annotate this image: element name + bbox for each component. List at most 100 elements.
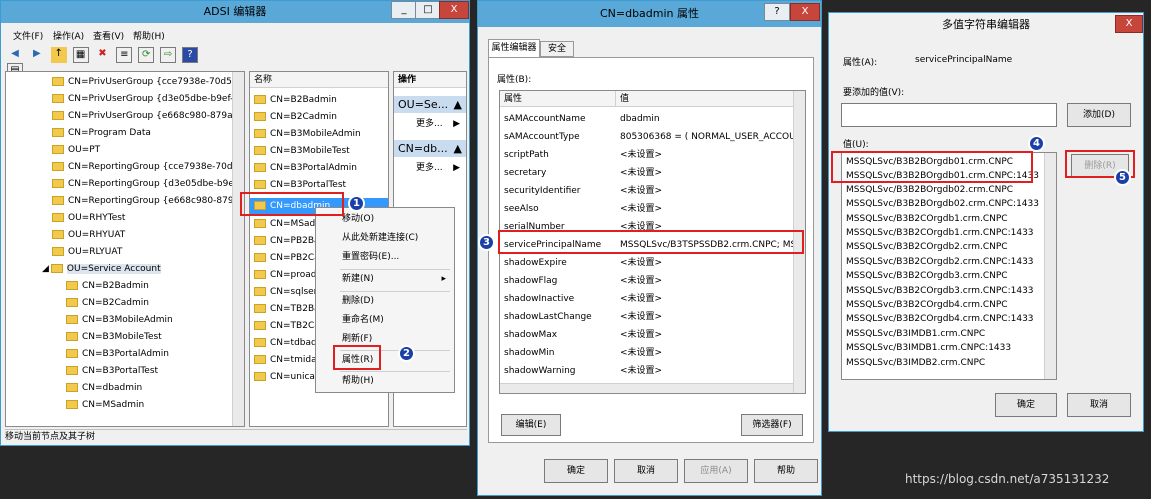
tree-item[interactable]: CN=Program Data <box>6 125 244 142</box>
attribute-row[interactable]: shadowLastChange <未设置> <box>500 309 805 326</box>
value-to-add-input[interactable] <box>841 103 1057 127</box>
value-item[interactable]: MSSQLSvc/B3B2COrgdb4.crm.CNPC:1433 <box>842 312 1056 327</box>
menu-item-reset-password[interactable]: 重置密码(E)... <box>316 248 454 267</box>
tree-item[interactable]: CN=ReportingGroup {d3e05dbe-b9ef-4 <box>6 176 244 193</box>
cancel-button[interactable]: 取消 <box>614 459 678 483</box>
value-item[interactable]: MSSQLSvc/B3IMDB2.crm.CNPC <box>842 356 1056 371</box>
menu-item-new[interactable]: 新建(N) ▸ <box>316 270 454 289</box>
attribute-row[interactable]: sAMAccountName dbadmin <box>500 111 805 128</box>
value-item[interactable]: MSSQLSvc/B3B2COrgdb4.crm.CNPC <box>842 298 1056 313</box>
forward-icon[interactable]: ▶ <box>29 47 45 63</box>
value-item[interactable]: MSSQLSvc/B3B2BOrgdb02.crm.CNPC:1433 <box>842 197 1056 212</box>
tree-item[interactable]: OU=PT <box>6 142 244 159</box>
tab-attribute-editor[interactable]: 属性编辑器 <box>488 39 540 57</box>
menu-help[interactable]: 帮助(H) <box>133 29 165 42</box>
cancel-button[interactable]: 取消 <box>1067 393 1131 417</box>
menu-file[interactable]: 文件(F) <box>13 29 43 42</box>
collapse-triangle-icon[interactable]: ◢ <box>42 264 49 274</box>
value-item[interactable]: MSSQLSvc/B3B2COrgdb1.crm.CNPC:1433 <box>842 226 1056 241</box>
collapse-arrow-icon[interactable]: ▲ <box>454 140 462 157</box>
tree-item[interactable]: CN=dbadmin <box>6 380 244 397</box>
tree-item[interactable]: CN=B3MobileTest <box>6 329 244 346</box>
menu-item-new-connection[interactable]: 从此处新建连接(C) <box>316 229 454 248</box>
tab-security[interactable]: 安全 <box>540 41 574 57</box>
column-attribute[interactable]: 属性 <box>500 91 616 107</box>
tree-item[interactable]: CN=MSadmin <box>6 397 244 414</box>
attribute-row[interactable]: secretary <未设置> <box>500 165 805 182</box>
edit-button[interactable]: 编辑(E) <box>501 414 561 436</box>
show-tree-icon[interactable]: ▦ <box>72 47 89 63</box>
menu-item-help[interactable]: 帮助(H) <box>316 372 454 391</box>
attribute-row[interactable]: shadowFlag <未设置> <box>500 273 805 290</box>
tree-scrollbar[interactable] <box>232 72 244 426</box>
close-button[interactable]: X <box>1115 15 1143 33</box>
help-button[interactable]: ? <box>764 3 790 21</box>
up-folder-icon[interactable]: ↑ <box>50 47 67 63</box>
action-more[interactable]: 更多... ▶ <box>394 160 466 177</box>
values-scrollbar[interactable] <box>1044 153 1056 379</box>
list-item[interactable]: CN=B2Cadmin <box>250 109 388 126</box>
value-item[interactable]: MSSQLSvc/B3B2COrgdb3.crm.CNPC <box>842 269 1056 284</box>
menu-view[interactable]: 查看(V) <box>93 29 124 42</box>
attribute-row[interactable]: shadowMin <未设置> <box>500 345 805 362</box>
action-group-ou[interactable]: OU=Se... ▲ <box>394 96 466 113</box>
list-item[interactable]: CN=B2Badmin <box>250 92 388 109</box>
tree-item[interactable]: CN=PrivUserGroup {e668c980-879a-44 <box>6 108 244 125</box>
properties-icon[interactable]: ≡ <box>116 47 133 63</box>
tree-item[interactable]: CN=B2Badmin <box>6 278 244 295</box>
menu-action[interactable]: 操作(A) <box>53 29 84 42</box>
help-icon[interactable]: ? <box>182 47 198 63</box>
attribute-row[interactable]: seeAlso <未设置> <box>500 201 805 218</box>
ok-button[interactable]: 确定 <box>995 393 1057 417</box>
ok-button[interactable]: 确定 <box>544 459 608 483</box>
action-more[interactable]: 更多... ▶ <box>394 116 466 133</box>
attribute-row[interactable]: shadowInactive <未设置> <box>500 291 805 308</box>
delete-icon[interactable]: ✖ <box>95 47 111 63</box>
tree-item[interactable]: OU=RHYUAT <box>6 227 244 244</box>
tree-item[interactable]: CN=PrivUserGroup {d3e05dbe-b9ef-47 <box>6 91 244 108</box>
back-icon[interactable]: ◀ <box>7 47 23 63</box>
column-value[interactable]: 值 <box>616 91 795 107</box>
value-item[interactable]: MSSQLSvc/B3IMDB1.crm.CNPC:1433 <box>842 341 1056 356</box>
value-item[interactable]: MSSQLSvc/B3B2COrgdb1.crm.CNPC <box>842 212 1056 227</box>
attribute-row[interactable]: sAMAccountType 805306368 = ( NORMAL_USER_… <box>500 129 805 146</box>
list-item[interactable]: CN=B3PortalAdmin <box>250 160 388 177</box>
tree-item[interactable]: CN=B3MobileAdmin <box>6 312 244 329</box>
tree-item[interactable]: OU=RLYUAT <box>6 244 244 261</box>
tree-item[interactable]: CN=ReportingGroup {e668c980-879a-4 <box>6 193 244 210</box>
tree-item[interactable]: OU=RHYTest <box>6 210 244 227</box>
list-item[interactable]: CN=B3MobileAdmin <box>250 126 388 143</box>
close-button[interactable]: X <box>790 3 820 21</box>
export-icon[interactable]: ⇨ <box>160 47 177 63</box>
attribute-row[interactable]: scriptPath <未设置> <box>500 147 805 164</box>
menu-item-delete[interactable]: 删除(D) <box>316 292 454 311</box>
tree-item-expanded[interactable]: ◢ OU=Service Account <box>6 261 244 278</box>
tree-item[interactable]: CN=PrivUserGroup {cce7938e-70d5-4f <box>6 74 244 91</box>
attribute-row[interactable]: shadowExpire <未设置> <box>500 255 805 272</box>
value-item[interactable]: MSSQLSvc/B3B2COrgdb2.crm.CNPC:1433 <box>842 255 1056 270</box>
value-item[interactable]: MSSQLSvc/B3IMDB1.crm.CNPC <box>842 327 1056 342</box>
menu-item-rename[interactable]: 重命名(M) <box>316 311 454 330</box>
apply-button[interactable]: 应用(A) <box>684 459 748 483</box>
tree-item[interactable]: CN=ReportingGroup {cce7938e-70d5-4 <box>6 159 244 176</box>
refresh-icon[interactable]: ⟳ <box>138 47 155 63</box>
minimize-button[interactable]: _ <box>391 1 417 19</box>
value-item[interactable]: MSSQLSvc/B3B2COrgdb3.crm.CNPC:1433 <box>842 284 1056 299</box>
filter-button[interactable]: 筛选器(F) <box>741 414 803 436</box>
maximize-button[interactable]: □ <box>415 1 441 19</box>
list-item[interactable]: CN=B3MobileTest <box>250 143 388 160</box>
help-button-bottom[interactable]: 帮助 <box>754 459 818 483</box>
attribute-row[interactable]: shadowWarning <未设置> <box>500 363 805 380</box>
collapse-arrow-icon[interactable]: ▲ <box>454 96 462 113</box>
close-button[interactable]: X <box>439 1 469 19</box>
horizontal-scrollbar[interactable] <box>500 383 793 393</box>
list-column-header[interactable]: 名称 <box>250 72 388 88</box>
tree-item[interactable]: CN=B2Cadmin <box>6 295 244 312</box>
tree-item[interactable]: CN=B3PortalAdmin <box>6 346 244 363</box>
action-group-cn[interactable]: CN=db... ▲ <box>394 140 466 157</box>
value-item[interactable]: MSSQLSvc/B3B2COrgdb2.crm.CNPC <box>842 240 1056 255</box>
add-button[interactable]: 添加(D) <box>1067 103 1131 127</box>
tree-item[interactable]: CN=B3PortalTest <box>6 363 244 380</box>
attribute-row[interactable]: shadowMax <未设置> <box>500 327 805 344</box>
attribute-row[interactable]: securityIdentifier <未设置> <box>500 183 805 200</box>
